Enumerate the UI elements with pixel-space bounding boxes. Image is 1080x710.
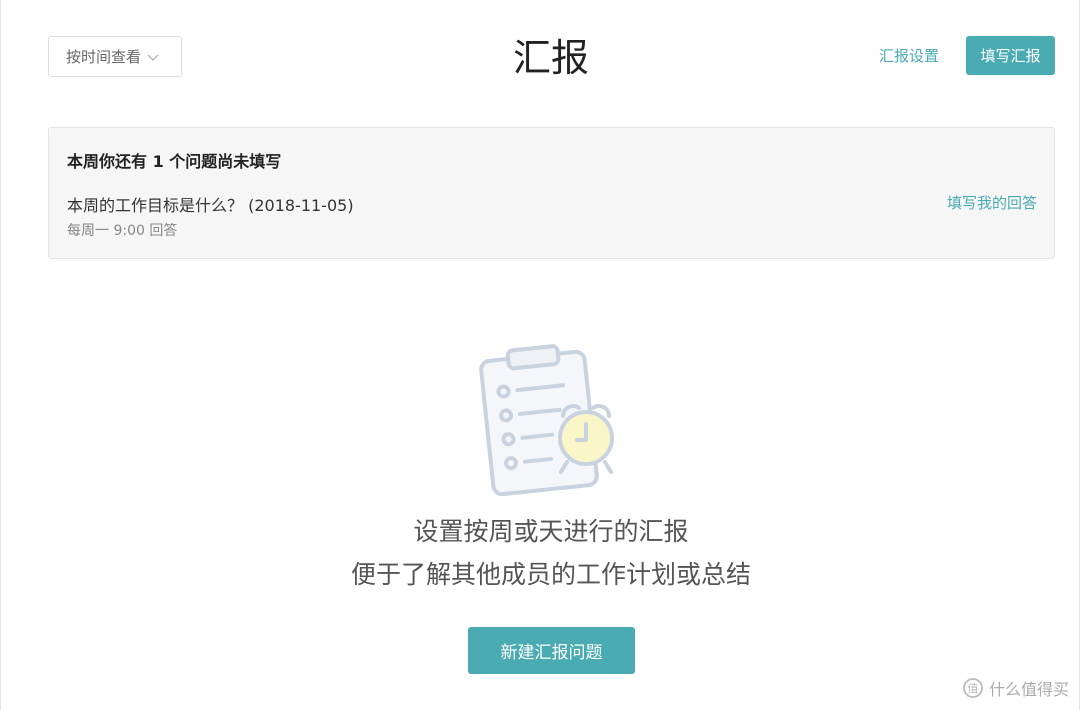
create-report-question-button[interactable]: 新建汇报问题 (468, 627, 635, 674)
smzdm-logo-icon: 值 (963, 678, 983, 698)
view-by-time-dropdown[interactable]: 按时间查看 (48, 36, 182, 77)
empty-state-line2: 便于了解其他成员的工作计划或总结 (350, 560, 751, 589)
chevron-down-icon (147, 54, 159, 61)
watermark: 值 什么值得买 (962, 676, 1069, 700)
report-settings-link[interactable]: 汇报设置 (879, 45, 939, 66)
watermark-text: 什么值得买 (988, 680, 1069, 699)
notice-question: 本周的工作目标是什么？ (2018-11-05) (67, 196, 354, 215)
pending-question-notice: 本周你还有 1 个问题尚未填写 本周的工作目标是什么？ (2018-11-05)… (48, 127, 1055, 259)
page-title: 汇报 (512, 36, 589, 80)
fill-report-button[interactable]: 填写汇报 (966, 36, 1055, 75)
view-select-label: 按时间查看 (66, 48, 142, 66)
clipboard-alarm-clock-icon (479, 344, 614, 497)
svg-text:值: 值 (967, 682, 978, 695)
fill-my-answer-link[interactable]: 填写我的回答 (947, 192, 1037, 213)
report-page: 按时间查看 汇报 汇报设置 填写汇报 本周你还有 1 个问题尚未填写 本周的工作… (0, 0, 1080, 710)
notice-schedule: 每周一 9:00 回答 (67, 223, 178, 239)
empty-state-line1: 设置按周或天进行的汇报 (413, 517, 689, 546)
notice-heading: 本周你还有 1 个问题尚未填写 (67, 152, 282, 171)
